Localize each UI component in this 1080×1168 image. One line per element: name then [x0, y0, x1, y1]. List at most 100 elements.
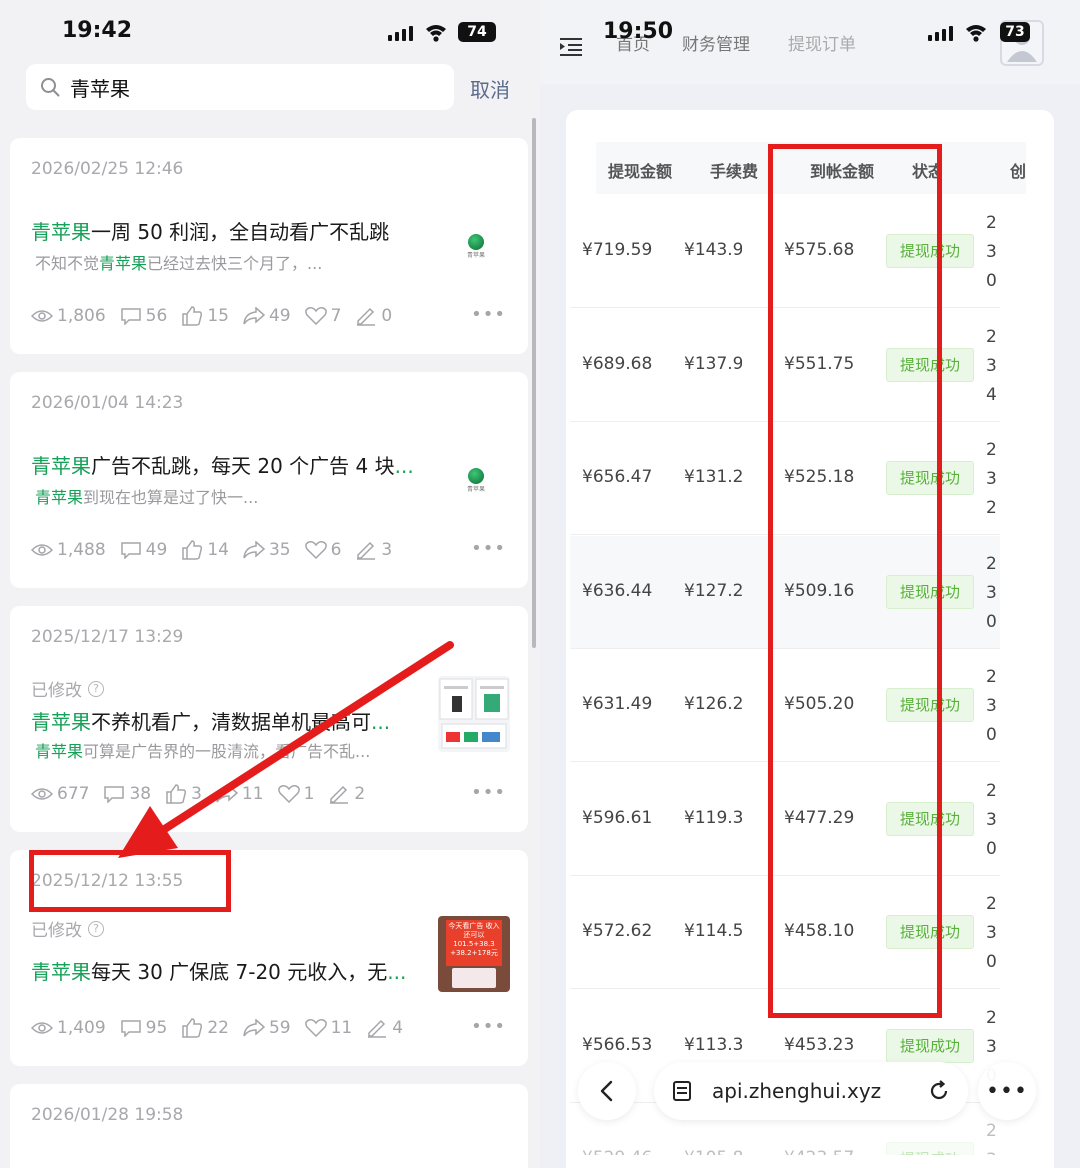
shares-stat[interactable]: 11 [216, 784, 264, 804]
card-title[interactable]: 青苹果不养机看广，清数据单机最高可... [31, 706, 421, 735]
result-card[interactable]: 2026/01/04 14:23 青苹果广告不乱跳，每天 20 个广告 4 块.… [10, 372, 528, 588]
result-card[interactable]: 2025/12/17 13:29 已修改? 青苹果不养机看广，清数据单机最高可.… [10, 606, 528, 832]
title-ellipsis: ... [387, 960, 407, 984]
likes-stat[interactable]: 22 [181, 1018, 229, 1038]
favorites-stat[interactable]: 7 [304, 306, 341, 326]
share-icon [243, 541, 265, 559]
logo-label: 青苹果 [466, 252, 485, 259]
title-keyword: 青苹果 [31, 220, 91, 244]
likes-stat[interactable]: 3 [165, 784, 202, 804]
card-title[interactable]: 青苹果每天 30 广保底 7-20 元收入，无... [31, 956, 421, 985]
nav-withdraw-orders[interactable]: 提现订单 [788, 30, 856, 55]
fee-cell: ¥113.30 [684, 1034, 742, 1055]
page-icon [673, 1081, 691, 1101]
created-time-fragment: 2 [986, 780, 996, 801]
created-time-fragment: 3 [986, 809, 996, 830]
card-title[interactable]: 青苹果广告不乱跳，每天 20 个广告 4 块... [31, 450, 421, 479]
likes-stat[interactable]: 15 [181, 306, 229, 326]
thumbs-up-icon [182, 1018, 203, 1038]
help-icon[interactable]: ? [88, 920, 104, 937]
menu-icon[interactable] [560, 38, 582, 56]
card-thumbnail[interactable]: 青苹果 [462, 468, 490, 502]
shares-stat[interactable]: 35 [243, 540, 291, 560]
header-fee: 手续费 [710, 162, 759, 181]
comment-icon [120, 1020, 141, 1037]
thumbs-up-icon [166, 784, 187, 804]
snippet-keyword: 青苹果 [35, 488, 84, 507]
created-time-fragment: 0 [986, 725, 996, 745]
shares-stat[interactable]: 49 [243, 306, 291, 326]
more-options-icon[interactable]: ••• [471, 782, 506, 803]
back-button[interactable] [578, 1062, 636, 1120]
amount-cell: ¥529.46 [582, 1148, 652, 1155]
eye-icon [31, 544, 53, 556]
result-card[interactable]: 2026/02/25 12:46 青苹果一周 50 利润，全自动看广不乱跳 不知… [10, 138, 528, 354]
snippet-keyword: 青苹果 [35, 742, 84, 761]
more-options-icon[interactable]: ••• [471, 1016, 506, 1037]
title-keyword: 青苹果 [31, 454, 91, 478]
created-time-fragment: 3 [986, 355, 996, 376]
card-thumbnail[interactable]: 今天看广告 收入还可以 101.5+38.3 +38.2+178元 [438, 916, 510, 992]
comments-stat[interactable]: 49 [120, 540, 167, 560]
likes-stat[interactable]: 14 [181, 540, 229, 560]
pen-icon [357, 541, 376, 560]
created-time-fragment: 3 [986, 1036, 996, 1057]
cancel-button[interactable]: 取消 [470, 74, 510, 103]
comment-icon [120, 308, 141, 325]
card-date: 2026/01/04 14:23 [31, 393, 184, 413]
search-input[interactable] [70, 75, 410, 99]
poster-text: 今天看广告 收入还可以 101.5+38.3 +38.2+178元 [446, 920, 502, 966]
shares-stat[interactable]: 59 [243, 1018, 291, 1038]
card-thumbnail[interactable] [438, 676, 510, 752]
status-badge: 提现成功 [886, 1028, 974, 1063]
fee-cell: ¥105.89 [684, 1148, 742, 1155]
title-ellipsis: ... [394, 454, 414, 478]
modified-label: 已修改? [31, 916, 104, 941]
card-date: 2026/02/25 12:46 [31, 159, 184, 179]
edits-stat[interactable]: 2 [328, 784, 365, 804]
amount-cell: ¥596.61 [582, 807, 653, 828]
snippet-text: 到现在也算是过了快一... [83, 488, 259, 507]
nav-finance[interactable]: 财务管理 [682, 30, 750, 55]
help-icon[interactable]: ? [88, 680, 104, 697]
favorites-stat[interactable]: 1 [277, 784, 314, 804]
title-text: 广告不乱跳，每天 20 个广告 4 块 [91, 454, 395, 478]
created-time-fragment: 3 [986, 469, 996, 489]
comments-stat[interactable]: 95 [120, 1018, 167, 1038]
heart-icon [304, 1019, 327, 1037]
url-bar[interactable]: api.zhenghui.xyz [654, 1062, 968, 1120]
more-options-icon[interactable]: ••• [471, 304, 506, 325]
eye-icon [31, 310, 53, 322]
views-stat: 677 [31, 784, 89, 804]
created-time-fragment: 0 [986, 838, 996, 859]
reload-icon[interactable] [928, 1080, 950, 1102]
screenshots-thumbnail-icon [439, 678, 509, 749]
favorites-stat[interactable]: 11 [304, 1018, 352, 1038]
result-card[interactable]: 2026/01/28 19:58 [10, 1084, 528, 1168]
amount-cell: ¥689.68 [582, 353, 653, 374]
thumbs-up-icon [182, 540, 203, 560]
created-time-cell: 2 3 0 [986, 550, 996, 637]
edits-stat[interactable]: 3 [355, 540, 392, 560]
comments-stat[interactable]: 38 [103, 784, 151, 804]
search-icon [41, 78, 60, 97]
comments-stat[interactable]: 56 [120, 306, 167, 326]
card-date: 2026/01/28 19:58 [31, 1105, 184, 1125]
card-title[interactable]: 青苹果一周 50 利润，全自动看广不乱跳 [31, 216, 421, 245]
eye-icon [31, 1022, 53, 1034]
card-thumbnail[interactable]: 青苹果 [462, 234, 490, 268]
search-field[interactable] [26, 64, 454, 110]
created-time-fragment: 4 [986, 384, 996, 405]
edits-stat[interactable]: 4 [366, 1018, 403, 1038]
scrollbar[interactable] [532, 118, 536, 648]
edits-stat[interactable]: 0 [355, 306, 392, 326]
more-options-icon[interactable]: ••• [471, 538, 506, 559]
fee-cell: ¥126.29 [684, 694, 742, 714]
signal-icon [388, 26, 413, 41]
more-button[interactable]: ••• [978, 1062, 1036, 1120]
snippet-text: 可算是广告界的一股清流，看广告不乱... [83, 742, 371, 761]
apple-logo-icon [468, 468, 484, 484]
battery-icon: 73 [1000, 22, 1030, 42]
created-time-cell: 2 3 2 [986, 436, 996, 523]
favorites-stat[interactable]: 6 [304, 540, 341, 560]
